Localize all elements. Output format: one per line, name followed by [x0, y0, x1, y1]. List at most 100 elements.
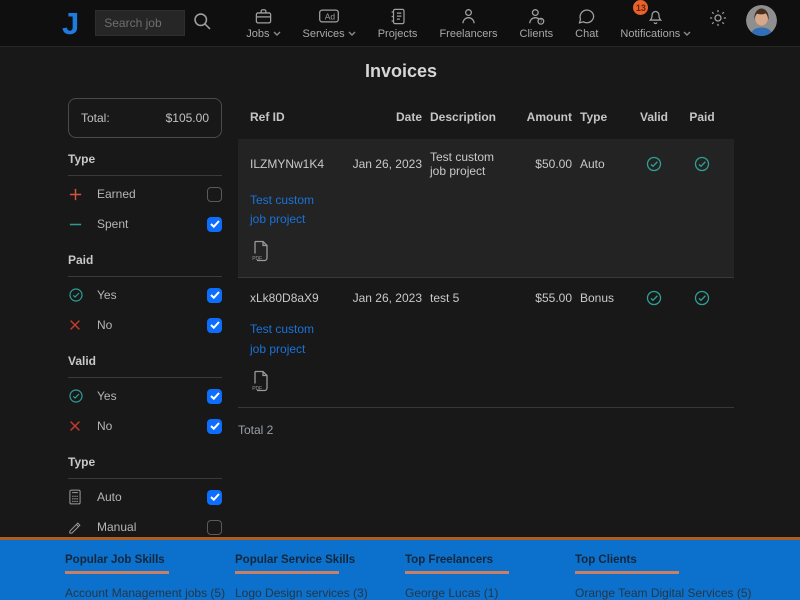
column-header-date: Date [344, 110, 422, 124]
checkbox-auto[interactable] [207, 490, 222, 505]
filter-item-manual: Manual [68, 512, 222, 542]
footer-column-title: Popular Service Skills [235, 554, 405, 566]
download-invoice-pdf-button[interactable]: PDF [250, 240, 270, 265]
footer-link[interactable]: Logo Design services (3) [235, 586, 405, 600]
x-mark-icon [68, 318, 85, 332]
divider [68, 276, 222, 277]
nav-item-notifications[interactable]: 13 Notifications [620, 6, 691, 40]
results-total-count: Total 2 [238, 423, 734, 437]
filter-item-auto: Auto [68, 482, 222, 512]
filter-label: Yes [97, 389, 117, 403]
footer-link[interactable]: George Lucas (1) [405, 586, 575, 600]
filter-item-valid-no: No [68, 411, 222, 441]
search-icon [192, 11, 213, 35]
column-header-paid: Paid [682, 110, 722, 124]
nav-label-services: Services [303, 28, 345, 40]
column-header-type: Type [580, 110, 626, 124]
column-header-ref-id: Ref ID [250, 110, 336, 124]
job-project-link[interactable]: Test custom job project [250, 191, 330, 229]
ad-icon: Ad [318, 6, 340, 26]
user-avatar[interactable] [746, 5, 777, 36]
filter-item-valid-yes: Yes [68, 381, 222, 411]
chevron-down-icon [348, 28, 356, 40]
main-content: Invoices Total: $105.00 Type Earned [0, 47, 800, 537]
svg-text:?: ? [539, 19, 542, 25]
filter-label: Yes [97, 288, 117, 302]
table-header-row: Ref ID Date Description Amount Type Vali… [238, 98, 734, 139]
cell-date: Jan 26, 2023 [344, 291, 422, 305]
cell-type: Auto [580, 157, 626, 171]
checkbox-manual[interactable] [207, 520, 222, 535]
checkbox-paid-no[interactable] [207, 318, 222, 333]
footer-column-top-clients: Top Clients Orange Team Digital Services… [575, 554, 745, 600]
valid-check-circle-icon [634, 155, 674, 173]
nav-item-freelancers[interactable]: Freelancers [439, 6, 497, 40]
nav-label-freelancers: Freelancers [439, 28, 497, 40]
search-button[interactable] [192, 11, 213, 35]
nav-label-jobs: Jobs [246, 28, 269, 40]
cell-type: Bonus [580, 291, 626, 305]
checkbox-valid-no[interactable] [207, 419, 222, 434]
pdf-file-icon: PDF [250, 240, 270, 265]
filter-group-title: Paid [68, 253, 222, 267]
filter-item-paid-yes: Yes [68, 280, 222, 310]
page-title: Invoices [68, 61, 734, 82]
footer-column-title: Top Clients [575, 554, 745, 566]
checkbox-paid-yes[interactable] [207, 288, 222, 303]
footer-link[interactable]: Account Management jobs (5) [65, 586, 235, 600]
svg-text:Ad: Ad [325, 11, 336, 21]
briefcase-icon [254, 6, 273, 26]
filter-label: Spent [97, 217, 128, 231]
cell-ref-id: ILZMYNw1K4 [250, 157, 336, 171]
cell-amount: $50.00 [506, 157, 572, 171]
clipboard-icon [389, 6, 407, 26]
nav-label-chat: Chat [575, 28, 598, 40]
footer-title-underline [405, 571, 509, 574]
bell-icon [646, 6, 665, 26]
nav-item-projects[interactable]: Projects [378, 6, 418, 40]
nav-item-clients[interactable]: ? Clients [520, 6, 554, 40]
nav-item-jobs[interactable]: Jobs [246, 6, 280, 40]
footer-column-popular-service-skills: Popular Service Skills Logo Design servi… [235, 554, 405, 600]
footer-column-title: Top Freelancers [405, 554, 575, 566]
filter-item-paid-no: No [68, 310, 222, 340]
nav-label-notifications: Notifications [620, 28, 680, 40]
cell-description: Test custom job project [430, 150, 498, 178]
job-project-link[interactable]: Test custom job project [250, 320, 330, 358]
divider [68, 377, 222, 378]
checkbox-valid-yes[interactable] [207, 389, 222, 404]
cell-description: test 5 [430, 291, 498, 305]
download-invoice-pdf-button[interactable]: PDF [250, 370, 270, 395]
pdf-file-icon: PDF [250, 370, 270, 395]
filter-group-title: Valid [68, 354, 222, 368]
theme-toggle-button[interactable] [708, 8, 728, 31]
filter-group-type-earned-spent: Type Earned Spent [68, 152, 222, 239]
nav-item-chat[interactable]: Chat [575, 6, 598, 40]
checkbox-spent[interactable] [207, 217, 222, 232]
cell-ref-id: xLk80D8aX9 [250, 291, 336, 305]
footer-column-title: Popular Job Skills [65, 554, 235, 566]
x-mark-icon [68, 419, 85, 433]
cell-amount: $55.00 [506, 291, 572, 305]
search-input[interactable] [95, 10, 185, 36]
total-label: Total: [81, 111, 110, 125]
app-logo[interactable]: J [62, 8, 79, 39]
filter-group-paid: Paid Yes No [68, 253, 222, 340]
chevron-down-icon [683, 28, 691, 40]
filter-item-earned: Earned [68, 179, 222, 209]
footer-link[interactable]: Orange Team Digital Services (5) [575, 586, 745, 600]
person-icon [459, 6, 478, 26]
cell-date: Jan 26, 2023 [344, 157, 422, 171]
filter-label: Auto [97, 490, 122, 504]
nav-item-services[interactable]: Ad Services [303, 6, 356, 40]
table-row[interactable]: xLk80D8aX9 Jan 26, 2023 test 5 $55.00 Bo… [238, 277, 734, 406]
total-summary-box: Total: $105.00 [68, 98, 222, 138]
check-circle-icon [68, 287, 85, 303]
valid-check-circle-icon [634, 289, 674, 307]
person-question-icon: ? [527, 6, 546, 26]
table-row[interactable]: ILZMYNw1K4 Jan 26, 2023 Test custom job … [238, 139, 734, 277]
checkbox-earned[interactable] [207, 187, 222, 202]
filters-sidebar: Total: $105.00 Type Earned [68, 98, 222, 542]
nav-label-projects: Projects [378, 28, 418, 40]
footer-column-top-freelancers: Top Freelancers George Lucas (1) [405, 554, 575, 600]
